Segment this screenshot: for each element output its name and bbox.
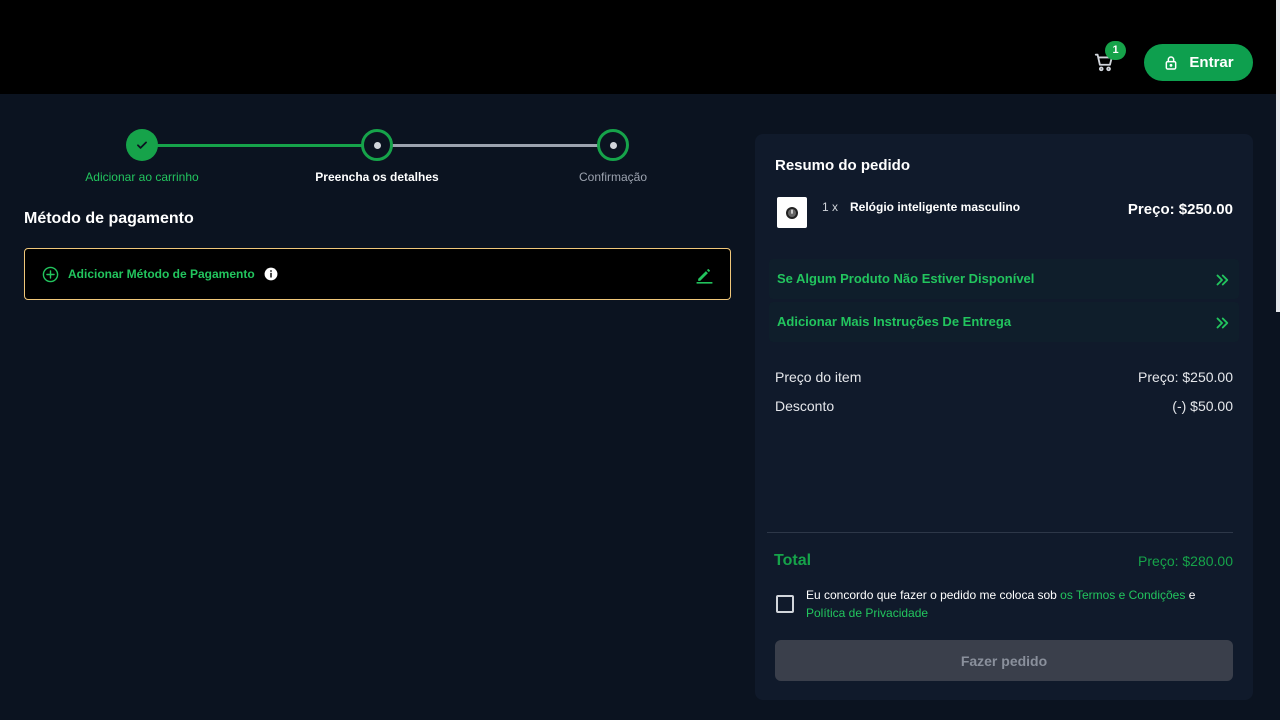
total-label: Total (774, 552, 812, 569)
order-summary-title: Resumo do pedido (775, 157, 910, 174)
unavailable-product-accordion[interactable]: Se Algum Produto Não Estiver Disponível (769, 259, 1239, 299)
item-price-value: Preço: $250.00 (1138, 369, 1233, 385)
plus-circle-icon (42, 266, 59, 282)
terms-prefix: Eu concordo que fazer o pedido me coloca… (806, 588, 1061, 602)
delivery-instructions-label: Adicionar Mais Instruções De Entrega (777, 314, 1012, 329)
add-payment-method-label: Adicionar Método de Pagamento (68, 267, 255, 281)
login-button[interactable]: Entrar (1144, 44, 1253, 81)
terms-and: e (1185, 588, 1196, 602)
place-order-button[interactable]: Fazer pedido (775, 640, 1233, 681)
product-quantity: 1 x (822, 200, 839, 214)
discount-row: Desconto (-) $50.00 (775, 398, 1233, 414)
payment-method-title: Método de pagamento (24, 210, 194, 227)
scrollbar[interactable] (1276, 0, 1280, 312)
edit-icon[interactable] (695, 265, 714, 284)
watch-icon (786, 206, 798, 219)
unavailable-product-label: Se Algum Produto Não Estiver Disponível (777, 271, 1035, 286)
product-name: Relógio inteligente masculino (850, 200, 1021, 214)
step-2-indicator (361, 129, 393, 161)
double-chevron-right-icon (1216, 317, 1229, 329)
terms-link[interactable]: os Termos e Condições (1060, 588, 1185, 602)
top-bar (0, 0, 1280, 94)
discount-value: (-) $50.00 (1172, 398, 1233, 414)
info-icon[interactable] (264, 267, 278, 281)
terms-text: Eu concordo que fazer o pedido me coloca… (806, 586, 1236, 622)
step-connector-pending (377, 144, 613, 147)
step-1-label: Adicionar ao carrinho (85, 170, 199, 184)
step-3-label: Confirmação (578, 170, 648, 184)
terms-checkbox[interactable] (776, 595, 794, 613)
add-payment-method-button[interactable]: Adicionar Método de Pagamento (24, 248, 731, 300)
privacy-link[interactable]: Política de Privacidade (806, 606, 928, 620)
order-summary-panel: Resumo do pedido 1 x Relógio inteligente… (755, 134, 1253, 700)
double-chevron-right-icon (1216, 274, 1229, 286)
discount-label: Desconto (775, 398, 835, 414)
lock-icon (1166, 55, 1177, 70)
login-label: Entrar (1189, 54, 1234, 71)
divider (767, 532, 1233, 533)
cart-count-badge: 1 (1105, 41, 1126, 60)
item-price-row: Preço do item Preço: $250.00 (775, 369, 1233, 385)
step-connector-done (142, 144, 377, 147)
total-row: Total Preço: $280.00 (774, 552, 1233, 570)
delivery-instructions-accordion[interactable]: Adicionar Mais Instruções De Entrega (769, 302, 1239, 342)
step-2-label: Preencha os detalhes (315, 170, 439, 184)
product-thumbnail (777, 197, 807, 228)
step-3-indicator (597, 129, 629, 161)
product-price: Preço: $250.00 (1127, 201, 1233, 218)
total-value: Preço: $280.00 (1138, 553, 1233, 569)
item-price-label: Preço do item (775, 369, 862, 385)
check-icon (137, 141, 147, 149)
step-1-indicator (126, 129, 158, 161)
